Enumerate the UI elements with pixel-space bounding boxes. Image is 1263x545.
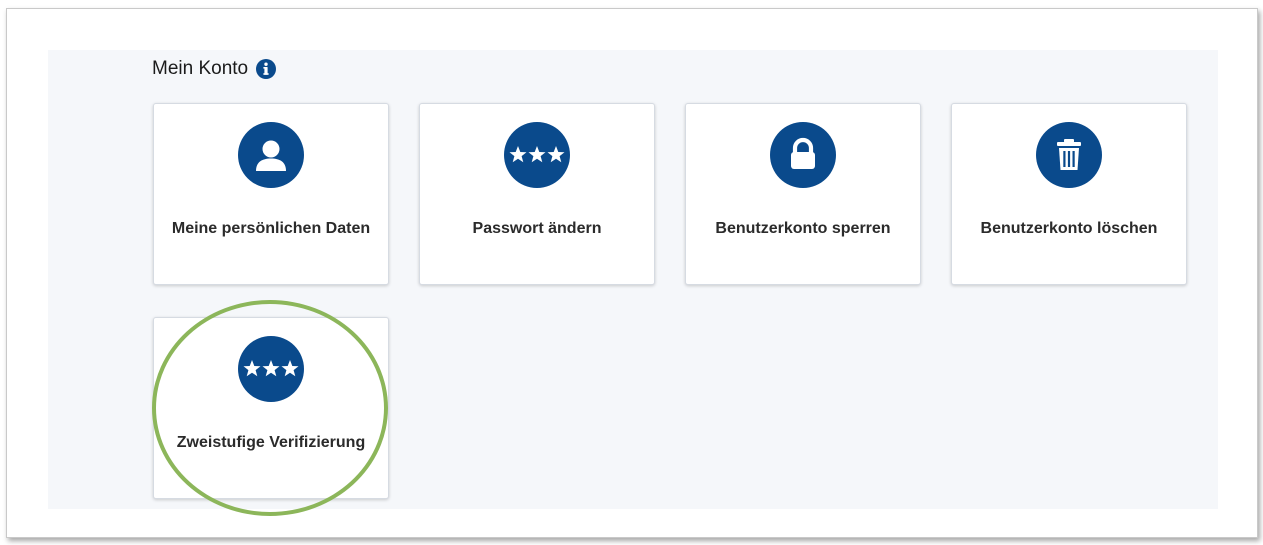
tile-delete-account[interactable]: Benutzerkonto löschen bbox=[951, 103, 1187, 285]
tile-label: Meine persönlichen Daten bbox=[171, 220, 371, 237]
lock-icon bbox=[770, 122, 836, 188]
tile-lock-account[interactable]: Benutzerkonto sperren bbox=[685, 103, 921, 285]
password-stars-icon bbox=[238, 336, 304, 402]
tile-label: Benutzerkonto löschen bbox=[980, 220, 1158, 237]
tile-change-password[interactable]: Passwort ändern bbox=[419, 103, 655, 285]
tile-label: Passwort ändern bbox=[472, 220, 602, 237]
trash-icon bbox=[1036, 122, 1102, 188]
section-title: Mein Konto bbox=[152, 58, 249, 79]
tile-label: Zweistufige Verifizierung bbox=[176, 434, 366, 451]
tile-two-step-verification[interactable]: Zweistufige Verifizierung bbox=[153, 317, 389, 499]
info-icon[interactable] bbox=[256, 59, 277, 79]
password-stars-icon bbox=[504, 122, 570, 188]
tile-personal-data[interactable]: Meine persönlichen Daten bbox=[153, 103, 389, 285]
section-heading: Mein Konto bbox=[152, 55, 277, 83]
user-icon bbox=[238, 122, 304, 188]
tile-label: Benutzerkonto sperren bbox=[715, 220, 891, 237]
